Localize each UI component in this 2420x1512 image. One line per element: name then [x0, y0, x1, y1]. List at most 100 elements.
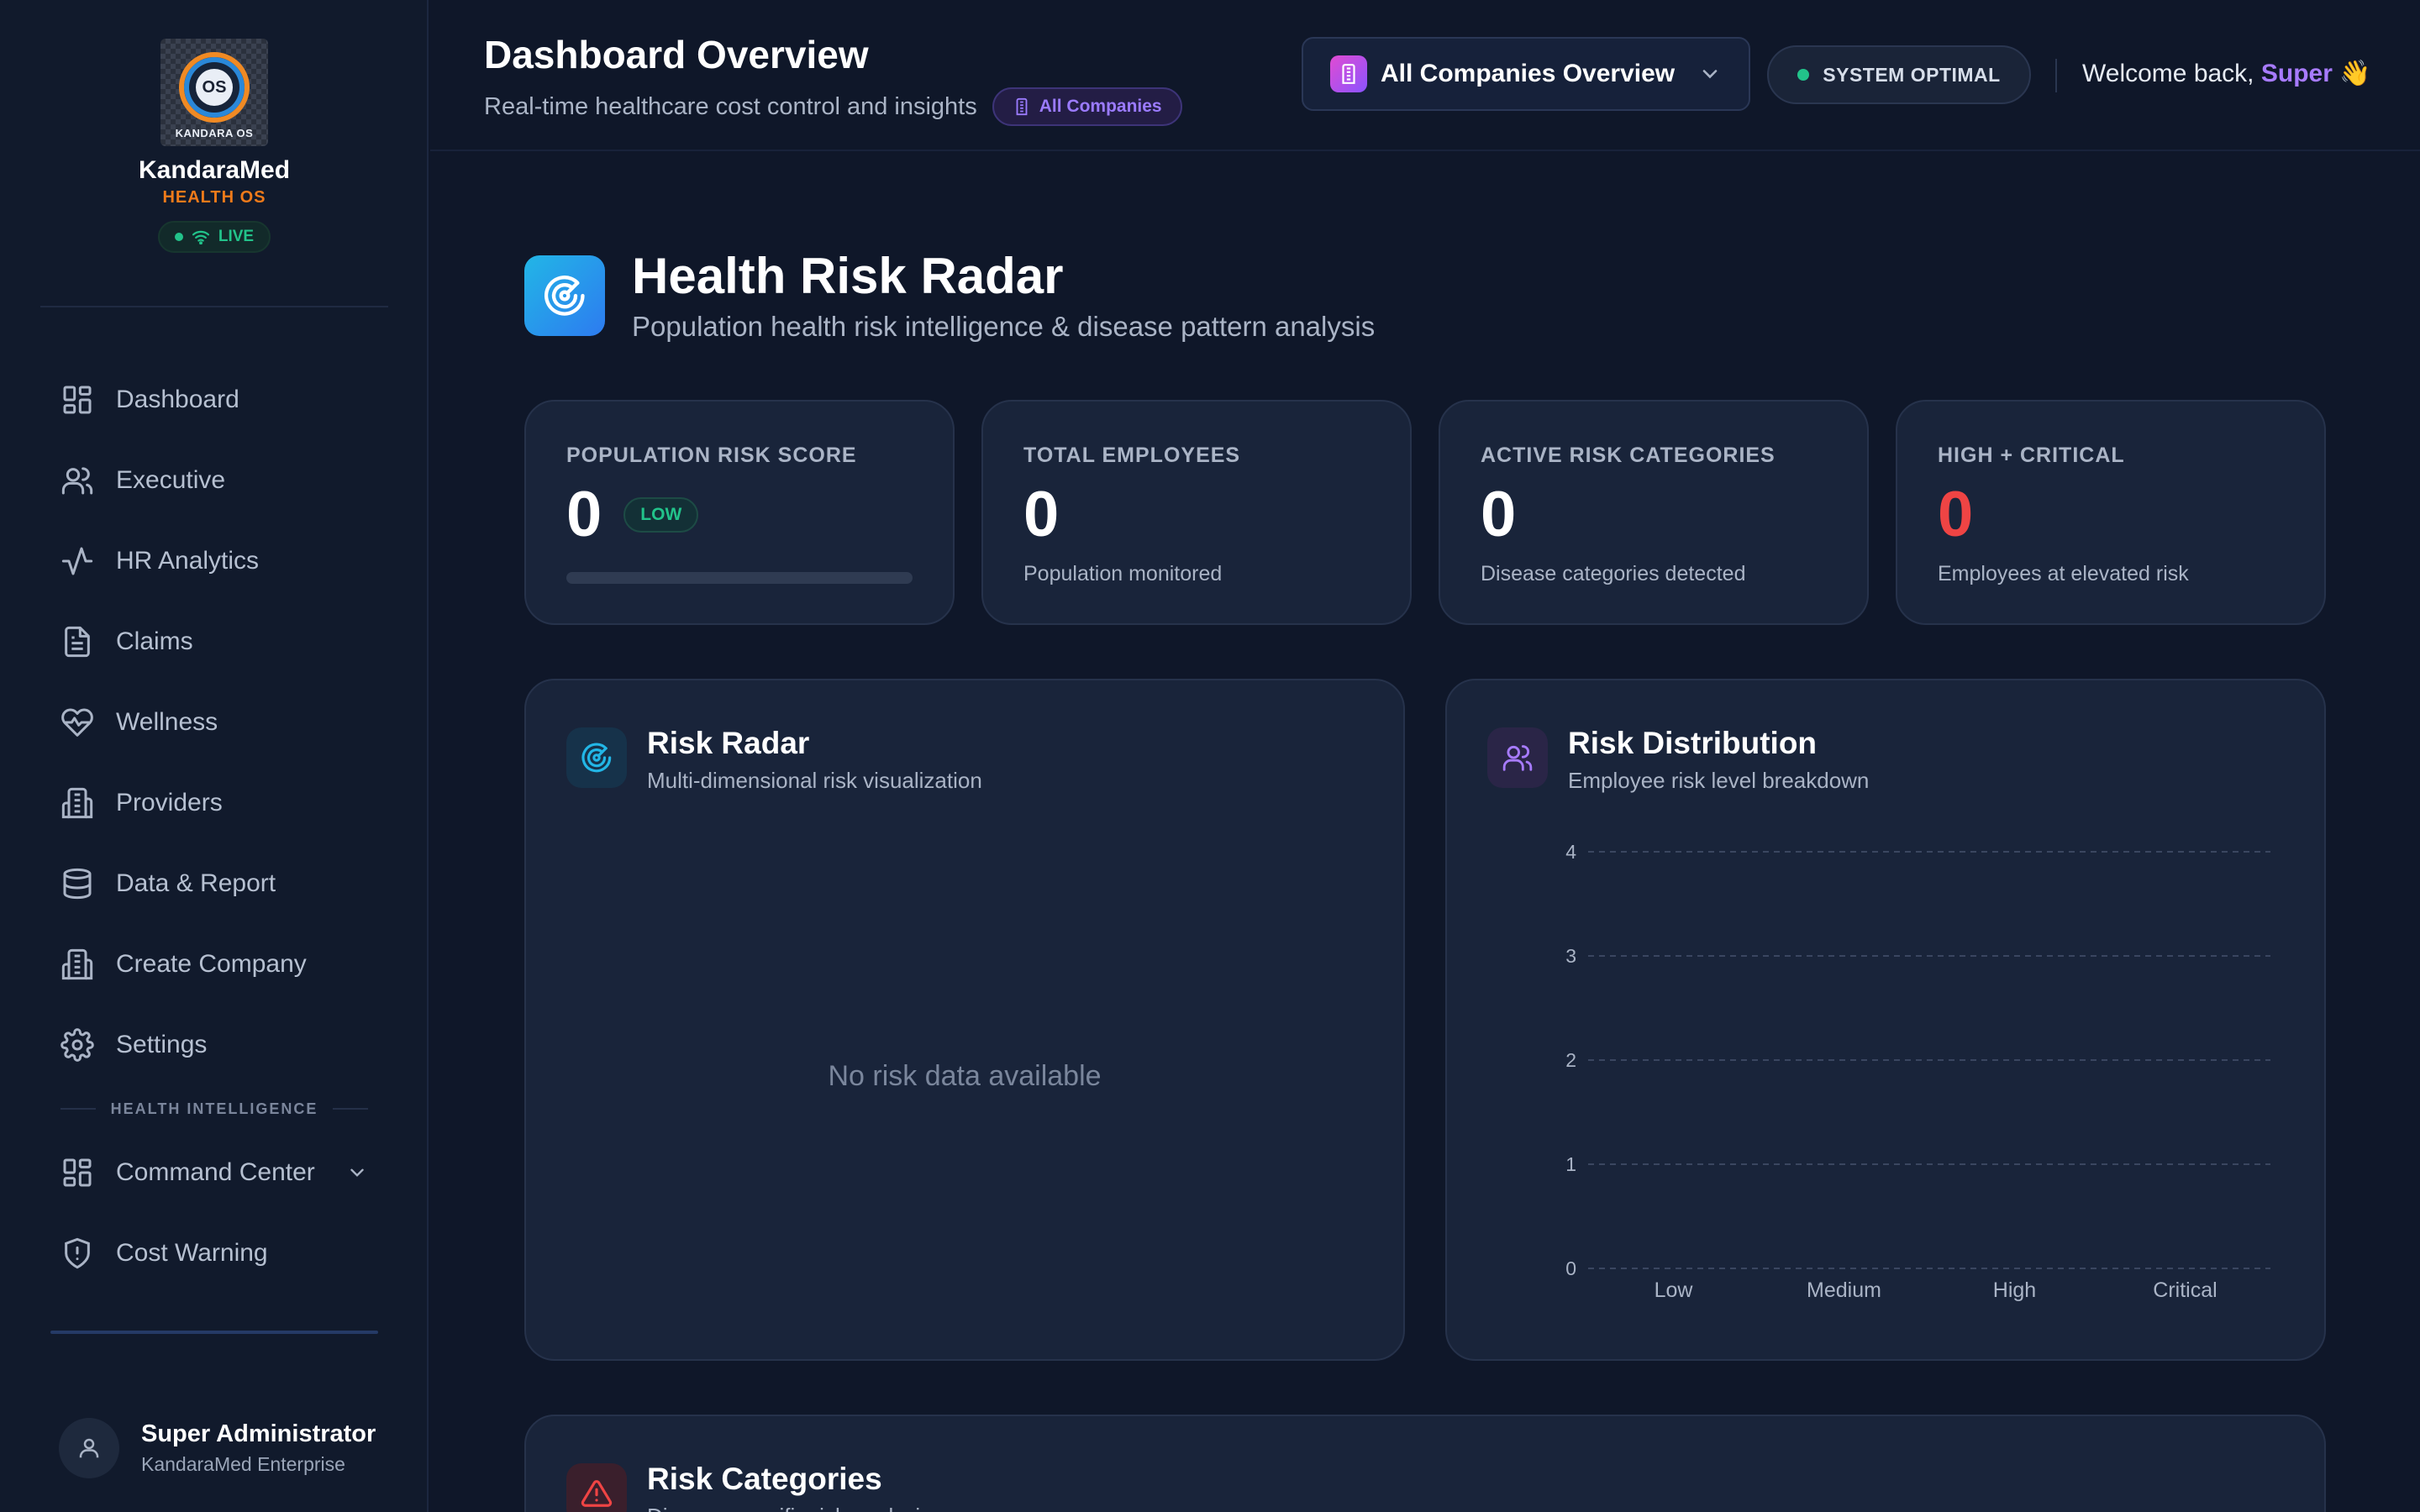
- building-icon: [1342, 64, 1355, 84]
- system-status-label: SYSTEM OPTIMAL: [1823, 63, 2001, 86]
- stat-row: 0: [1023, 483, 1370, 547]
- company-select-value: All Companies Overview: [1381, 60, 1676, 87]
- stat-value: 0: [1023, 479, 1060, 550]
- section-line: [60, 1108, 96, 1110]
- welcome-prefix: Welcome back,: [2082, 60, 2254, 87]
- user-icon: [79, 1438, 99, 1458]
- risk-level-badge: LOW: [623, 497, 699, 533]
- heart-pulse-icon: [61, 708, 93, 737]
- chevron-down-icon[interactable]: [346, 1162, 368, 1184]
- sidebar-item-label: Providers: [116, 789, 223, 816]
- welcome-message: Welcome back, Super 👋: [2082, 59, 2371, 88]
- sidebar-item-executive[interactable]: Executive: [40, 440, 388, 521]
- page-subtitle: Real-time healthcare cost control and in…: [484, 92, 977, 120]
- avatar[interactable]: [59, 1418, 119, 1478]
- live-dot-icon: [174, 233, 183, 241]
- building-icon: [1016, 97, 1028, 116]
- gear-icon: [60, 1028, 94, 1062]
- y-tick-label: 2: [1565, 1049, 1576, 1071]
- x-tick-label: Medium: [1807, 1278, 1881, 1302]
- stat-label: TOTAL EMPLOYEES: [1023, 444, 1241, 467]
- y-tick-label: 0: [1565, 1257, 1576, 1279]
- risk-distribution-chart: 0 1 2 3 4 Low Medium High Critical: [1565, 841, 2270, 1302]
- sidebar-item-data-report[interactable]: Data & Report: [40, 843, 388, 924]
- user-org: KandaraMed Enterprise: [141, 1453, 345, 1475]
- logo-ring: OS: [179, 52, 250, 123]
- wifi-icon: [192, 230, 209, 244]
- user-profile[interactable]: Super Administrator KandaraMed Enterpris…: [59, 1418, 376, 1478]
- stat-card-risk-score: POPULATION RISK SCORE 0 LOW: [524, 400, 955, 625]
- sidebar-item-label: Command Center: [116, 1158, 315, 1186]
- stat-label: ACTIVE RISK CATEGORIES: [1481, 444, 1776, 467]
- stat-description: Employees at elevated risk: [1938, 562, 2189, 585]
- page-subtitle-row: Real-time healthcare cost control and in…: [484, 87, 1182, 126]
- system-status-badge: SYSTEM OPTIMAL: [1767, 45, 2031, 104]
- user-name: Super Administrator: [141, 1420, 376, 1447]
- company-select[interactable]: All Companies Overview: [1302, 37, 1750, 111]
- section-label-health-intelligence: HEALTH INTELLIGENCE: [40, 1085, 388, 1132]
- brand-subtitle: HEALTH OS: [162, 188, 266, 207]
- alert-triangle-icon: [581, 1480, 613, 1507]
- y-tick-label: 4: [1565, 841, 1576, 863]
- company-scope-badge: All Companies: [992, 87, 1182, 126]
- sidebar-item-dashboard[interactable]: Dashboard: [40, 360, 388, 440]
- empty-state-message: No risk data available: [828, 1060, 1102, 1092]
- radar-icon: [544, 276, 585, 316]
- brand-name: KandaraMed: [138, 156, 291, 184]
- dashboard-grid-icon: [63, 1158, 92, 1187]
- dashboard-grid-icon: [63, 386, 92, 414]
- logo-caption: KANDARA OS: [175, 127, 254, 139]
- sidebar-item-settings[interactable]: Settings: [40, 1005, 388, 1085]
- brand-logo[interactable]: OS KANDARA OS: [160, 39, 268, 146]
- sidebar-item-label: Settings: [116, 1031, 208, 1058]
- sidebar-item-wellness[interactable]: Wellness: [40, 682, 388, 763]
- sidebar-item-claims[interactable]: Claims: [40, 601, 388, 682]
- stat-row: 0 LOW: [566, 483, 913, 547]
- sidebar-nav: Dashboard Executive HR Analytics Claims …: [40, 360, 388, 1294]
- wave-icon: 👋: [2339, 60, 2371, 87]
- risk-categories-panel: Risk Categories Disease-specific risk an…: [524, 1415, 2326, 1512]
- risk-score-progress: [566, 572, 913, 584]
- section-subtitle: Population health risk intelligence & di…: [632, 311, 1376, 342]
- stat-value: 0: [1481, 479, 1517, 550]
- stat-value: 0: [1938, 479, 1974, 550]
- stat-row: 0: [1481, 483, 1827, 547]
- panel-subtitle: Disease-specific risk analysis: [647, 1504, 931, 1512]
- activity-icon: [61, 547, 93, 575]
- y-tick-label: 1: [1565, 1153, 1576, 1175]
- stat-card-active-risk-categories: ACTIVE RISK CATEGORIES 0 Disease categor…: [1439, 400, 1869, 625]
- sidebar-item-command-center[interactable]: Command Center: [40, 1132, 388, 1213]
- radar-panel-icon: [566, 727, 627, 788]
- top-header: Dashboard Overview Real-time healthcare …: [430, 0, 2420, 151]
- stat-description: Population monitored: [1023, 562, 1223, 585]
- document-icon: [65, 626, 90, 658]
- header-divider: [2055, 59, 2057, 92]
- stat-label: HIGH + CRITICAL: [1938, 444, 2125, 467]
- sidebar-scrollbar[interactable]: [50, 1331, 378, 1334]
- company-select-icon: [1330, 55, 1367, 92]
- section-line: [333, 1108, 369, 1110]
- sidebar-item-providers[interactable]: Providers: [40, 763, 388, 843]
- section-label-text: HEALTH INTELLIGENCE: [110, 1100, 318, 1117]
- sidebar-item-cost-warning[interactable]: Cost Warning: [40, 1213, 388, 1294]
- risk-radar-panel: Risk Radar Multi-dimensional risk visual…: [524, 679, 1405, 1361]
- sidebar-item-label: Claims: [116, 627, 193, 655]
- status-dot-icon: [1797, 69, 1810, 81]
- brand: OS KANDARA OS KandaraMed HEALTH OS LIVE: [0, 39, 429, 253]
- building-icon: [61, 787, 93, 819]
- sidebar-item-label: Data & Report: [116, 869, 276, 897]
- panel-title: Risk Radar: [647, 726, 810, 760]
- risk-distribution-panel: Risk Distribution Employee risk level br…: [1445, 679, 2326, 1361]
- logo-text: OS: [196, 69, 233, 106]
- shield-alert-icon: [65, 1237, 90, 1269]
- sidebar-item-create-company[interactable]: Create Company: [40, 924, 388, 1005]
- sidebar-item-label: Executive: [116, 466, 226, 494]
- panel-title: Risk Categories: [647, 1462, 882, 1496]
- sidebar-item-label: HR Analytics: [116, 547, 260, 575]
- y-tick-label: 3: [1565, 945, 1576, 967]
- radar-icon: [581, 743, 612, 773]
- x-tick-label: Low: [1655, 1278, 1694, 1302]
- sidebar-item-label: Create Company: [116, 950, 307, 978]
- sidebar-item-hr-analytics[interactable]: HR Analytics: [40, 521, 388, 601]
- sidebar-item-label: Cost Warning: [116, 1239, 268, 1267]
